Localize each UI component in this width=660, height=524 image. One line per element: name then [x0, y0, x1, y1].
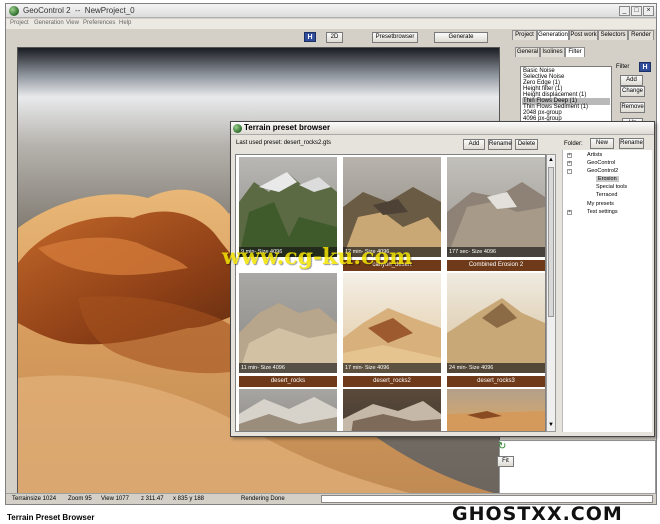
preset-tile[interactable] [447, 389, 545, 431]
dialog-title: Terrain preset browser [244, 123, 331, 132]
render-preview-area [499, 440, 656, 494]
progress-bar [321, 495, 653, 503]
preset-tile[interactable] [343, 389, 441, 431]
last-used-preset: Last used preset: desert_rocks2.gts [236, 140, 332, 146]
menu-view[interactable]: View [66, 20, 79, 26]
preset-thumbnail [343, 389, 441, 431]
minimize-button[interactable]: _ [619, 6, 630, 16]
add-preset-button[interactable]: Add [463, 139, 485, 150]
tree-item-terraced[interactable]: Terraced [596, 192, 617, 198]
expand-icon[interactable]: + [567, 161, 572, 166]
preset-thumbnail: 11 min- Size 4096 [239, 273, 337, 373]
delete-preset-button[interactable]: Delete [515, 139, 538, 150]
preset-caption: 11 min- Size 4096 [239, 363, 337, 373]
preset-browser-dialog: Terrain preset browser Last used preset:… [230, 121, 655, 437]
dialog-title-bar[interactable]: Terrain preset browser [231, 122, 654, 135]
tab-project[interactable]: Project [512, 30, 537, 40]
title-bar: GeoControl 2 -- NewProject_0 _ □ × [6, 4, 656, 18]
preset-caption: 177 sec- Size 4096 [447, 247, 545, 257]
collapse-icon[interactable]: - [567, 169, 572, 174]
tree-item-geocontrol[interactable]: GeoControl [587, 160, 615, 166]
tab-generation[interactable]: Generation [537, 30, 569, 40]
tree-item-artists[interactable]: Artists [587, 152, 602, 158]
folder-tree: + Artists + GeoControl - GeoControl2 Ero… [562, 150, 652, 432]
app-logo-icon [9, 6, 19, 16]
preset-name: Combined Erosion 2 [447, 260, 545, 271]
preset-tile[interactable]: 11 min- Size 4096 desert_rocks [239, 273, 337, 387]
rename-folder-button[interactable]: Rename [619, 138, 644, 149]
tree-item-geocontrol2[interactable]: GeoControl2 [587, 168, 618, 174]
menu-project[interactable]: Project [10, 20, 29, 26]
menu-preferences[interactable]: Preferences [83, 20, 115, 26]
maximize-button[interactable]: □ [631, 6, 642, 16]
remove-filter-button[interactable]: Remove [620, 102, 645, 113]
h-mode-button[interactable]: H [304, 32, 316, 42]
watermark-text: www.cg-ku.com [222, 244, 413, 270]
preset-thumbnail [239, 389, 337, 431]
preset-tile[interactable]: 24 min- Size 4096 desert_rocks3 [447, 273, 545, 387]
status-terrainsize: Terrainsize 1024 [12, 496, 57, 502]
menu-help[interactable]: Help [119, 20, 131, 26]
status-view: View 1077 [101, 496, 129, 502]
preset-name: desert_rocks3 [447, 376, 545, 387]
filter-label: Filter [616, 64, 630, 70]
filter-list[interactable]: Basic Noise Selective Noise Zero Edge (1… [520, 66, 612, 126]
subtab-filter[interactable]: Filter [565, 47, 585, 57]
menu-generation[interactable]: Generation [34, 20, 64, 26]
status-state: Rendering Done [241, 496, 285, 502]
menu-bar: Project Generation View Preferences Help [6, 19, 656, 29]
expand-icon[interactable]: + [567, 210, 572, 215]
status-xy: x 835 y 188 [173, 496, 205, 502]
change-filter-button[interactable]: Change [620, 86, 645, 97]
preset-thumbnail: 17 min- Size 4096 [343, 273, 441, 373]
tree-item-erosion[interactable]: Erosion [596, 176, 619, 182]
generate-button[interactable]: Generate [434, 32, 488, 43]
expand-icon[interactable]: + [567, 153, 572, 158]
rename-preset-button[interactable]: Rename [488, 139, 512, 150]
preset-caption: 17 min- Size 4096 [343, 363, 441, 373]
preset-thumbnail: 9 min- Size 4096 [239, 157, 337, 257]
tree-item-my-presets[interactable]: My presets [587, 201, 614, 207]
app-logo-icon [233, 124, 242, 133]
subtab-general[interactable]: General [515, 47, 540, 57]
scroll-thumb[interactable] [548, 167, 554, 317]
new-folder-button[interactable]: New [590, 138, 614, 149]
fit-button[interactable]: Fit [497, 456, 514, 467]
preset-thumbnail [447, 389, 545, 431]
preset-thumbnail: 12 min- Size 4096 [343, 157, 441, 257]
scroll-up-icon[interactable]: ▲ [548, 157, 554, 163]
preset-grid-scrollbar[interactable]: ▲ ▼ [546, 154, 556, 432]
tree-item-special-tools[interactable]: Special tools [596, 184, 627, 190]
filter-h-button[interactable]: H [639, 62, 651, 72]
preset-grid: 9 min- Size 4096 12 min- Size 4096 canyo… [235, 154, 546, 432]
preset-name: desert_rocks [239, 376, 337, 387]
status-zoom: Zoom 95 [68, 496, 92, 502]
refresh-icon[interactable]: ↻ [498, 441, 506, 452]
preset-tile[interactable] [239, 389, 337, 431]
tab-selectors[interactable]: Selectors [598, 30, 628, 40]
add-filter-button[interactable]: Add [620, 75, 643, 86]
view-2d-button[interactable]: 2D [326, 32, 343, 43]
tab-render[interactable]: Render [628, 30, 654, 40]
status-z: z 311.47 [141, 496, 164, 502]
subtab-isolines[interactable]: Isolines [540, 47, 565, 57]
scroll-down-icon[interactable]: ▼ [548, 422, 554, 428]
tree-item-test-settings[interactable]: Test settings [587, 209, 618, 215]
preset-browser-button[interactable]: Presetbrowser [372, 32, 418, 43]
tab-post-work[interactable]: Post work [569, 30, 598, 40]
preset-thumbnail: 177 sec- Size 4096 [447, 157, 545, 257]
brand-watermark: GHOSTXX.COM [452, 503, 623, 524]
preset-thumbnail: 24 min- Size 4096 [447, 273, 545, 373]
window-title: GeoControl 2 -- NewProject_0 [23, 6, 135, 15]
preset-caption: 24 min- Size 4096 [447, 363, 545, 373]
folder-label: Folder: [564, 141, 583, 147]
preset-name: desert_rocks2 [343, 376, 441, 387]
close-button[interactable]: × [643, 6, 654, 16]
preset-tile[interactable]: 177 sec- Size 4096 Combined Erosion 2 [447, 157, 545, 271]
preset-tile[interactable]: 17 min- Size 4096 desert_rocks2 [343, 273, 441, 387]
image-caption: Terrain Preset Browser [7, 513, 95, 522]
